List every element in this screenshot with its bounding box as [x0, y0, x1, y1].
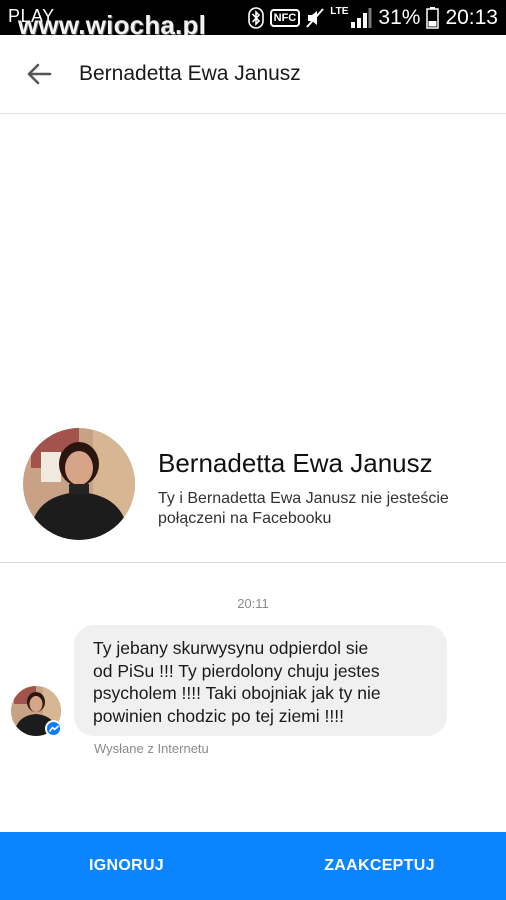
app-bar: Bernadetta Ewa Janusz — [0, 35, 506, 114]
message-line: Ty jebany skurwysynu odpierdol sie — [93, 638, 369, 658]
message-line: psycholem !!!! Taki obojniak jak ty nie — [93, 683, 381, 703]
message-line: od PiSu !!! Ty pierdolony chuju jestes — [93, 660, 380, 681]
back-button[interactable] — [22, 57, 56, 91]
accept-button[interactable]: ZAAKCEPTUJ — [253, 832, 506, 900]
battery-icon — [426, 7, 440, 29]
profile-avatar[interactable] — [23, 428, 135, 540]
messenger-icon — [45, 720, 62, 737]
status-icons: NFC LTE 31% 20:13 — [247, 4, 498, 32]
message-timestamp: 20:11 — [237, 596, 269, 611]
message-bubble[interactable]: Ty jebany skurwysynu odpierdol sie od Pi… — [74, 625, 447, 736]
clock: 20:13 — [445, 6, 498, 29]
message-request-actions: IGNORUJ ZAAKCEPTUJ — [0, 832, 506, 900]
connection-status-text: Ty i Bernadetta Ewa Janusz nie jesteście… — [158, 490, 449, 527]
profile-header: Bernadetta Ewa Janusz Ty i Bernadetta Ew… — [0, 420, 506, 560]
conversation-title: Bernadetta Ewa Janusz — [79, 62, 301, 85]
sent-via-label: Wysłane z Internetu — [94, 741, 209, 756]
divider — [0, 562, 506, 563]
ignore-button[interactable]: IGNORUJ — [0, 832, 253, 900]
battery-percent: 31% — [378, 6, 421, 29]
lte-signal-icon — [350, 8, 372, 28]
nfc-icon: NFC — [269, 9, 301, 27]
profile-name: Bernadetta Ewa Janusz — [158, 448, 433, 478]
network-type: LTE — [330, 6, 349, 17]
status-bar: PLAY www.wiocha.pl NFC LTE 31% 20:13 — [0, 0, 506, 40]
mute-icon — [306, 8, 324, 28]
arrow-left-icon — [27, 63, 52, 85]
message-line: powinien chodzic po tej ziemi !!!! — [93, 705, 344, 726]
bluetooth-icon — [247, 7, 264, 29]
